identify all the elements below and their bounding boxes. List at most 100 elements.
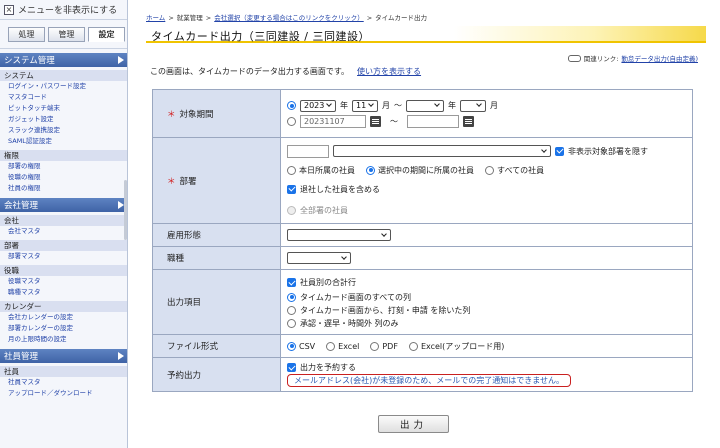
breadcrumb-home[interactable]: ホーム xyxy=(146,14,165,22)
help-link[interactable]: 使い方を表示する xyxy=(357,67,421,76)
employment-label: 雇用形態 xyxy=(152,223,281,247)
sidebar: × メニューを非表示にする 処理 管理 設定 システム管理 システム ログイン・… xyxy=(0,0,128,448)
sidebar-section-system-admin[interactable]: システム管理 xyxy=(0,53,127,67)
calendar-icon[interactable] xyxy=(463,116,474,127)
from-date-input[interactable]: 20231107 xyxy=(300,115,366,128)
all-columns-radio[interactable] xyxy=(287,292,296,302)
page-title-bar: タイムカード出力（三同建設 / 三同建設） xyxy=(146,26,706,43)
tab-settings[interactable]: 設定 xyxy=(88,27,125,42)
include-retired-checkbox[interactable] xyxy=(287,184,296,194)
section-title: 社員管理 xyxy=(4,352,39,362)
related-label: 関連リンク: xyxy=(583,55,619,63)
sidebar-item-pit-touch[interactable]: ピットタッチ端末 xyxy=(0,103,127,114)
output-items-label: 出力項目 xyxy=(152,269,281,335)
sidebar-item-gadget[interactable]: ガジェット設定 xyxy=(0,114,127,125)
format-pdf-radio[interactable] xyxy=(370,341,380,351)
exclude-stamp-label: タイムカード画面から、打刻・申請 を除いた列 xyxy=(300,305,471,315)
sidebar-item-role-master[interactable]: 役職マスタ xyxy=(0,276,127,287)
period-month-radio[interactable] xyxy=(287,101,296,110)
sidebar-item-job-master[interactable]: 職種マスタ xyxy=(0,287,127,298)
hide-dept-checkbox[interactable] xyxy=(555,146,564,156)
format-csv-radio[interactable] xyxy=(287,341,296,351)
employment-value xyxy=(280,223,693,247)
sidebar-item-dept-calendar[interactable]: 部署カレンダーの設定 xyxy=(0,323,127,334)
output-form: ＊対象期間 2023 年 11 月 〜 年 月 20231107 〜 ＊ 部署 … xyxy=(152,89,693,392)
to-date-input[interactable] xyxy=(407,115,459,128)
dept-select[interactable] xyxy=(333,145,551,157)
tab-process[interactable]: 処理 xyxy=(8,27,45,42)
sidebar-item-monthly-limit[interactable]: 月の上限時間の設定 xyxy=(0,334,127,345)
sidebar-item-employee-permission[interactable]: 社員の権限 xyxy=(0,183,127,194)
month-value: 11 xyxy=(356,101,367,110)
row-output-items: 出力項目 社員別の合計行 タイムカード画面のすべての列 タイムカード画面から、打… xyxy=(152,269,693,335)
period-date-radio[interactable] xyxy=(287,117,296,126)
tab-manage[interactable]: 管理 xyxy=(48,27,85,42)
reserve-label: 予約出力 xyxy=(152,357,281,392)
sidebar-group-permission: 権限 xyxy=(0,150,127,161)
chevron-down-icon xyxy=(341,253,347,260)
job-value xyxy=(280,246,693,270)
sidebar-item-role-permission[interactable]: 役職の権限 xyxy=(0,172,127,183)
row-employment: 雇用形態 xyxy=(152,223,693,247)
chevron-down-icon xyxy=(541,146,547,153)
section-title: 会社管理 xyxy=(4,201,39,211)
sidebar-group-system: システム xyxy=(0,70,127,81)
sidebar-item-saml[interactable]: SAML認証設定 xyxy=(0,136,127,147)
job-select[interactable] xyxy=(287,252,351,264)
main-content: ホーム > 就業管理 > 会社選択（変更する場合はこのリンクをクリック） > タイムカード出… xyxy=(140,0,714,448)
collapse-icon: × xyxy=(4,4,14,15)
sidebar-item-dept-master[interactable]: 部署マスタ xyxy=(0,251,127,262)
sidebar-item-upload-download[interactable]: アップロード／ダウンロード xyxy=(0,388,127,399)
exclude-stamp-radio[interactable] xyxy=(287,305,296,315)
dept-label-text: 部署 xyxy=(179,176,197,187)
to-month-select[interactable] xyxy=(460,99,486,112)
sidebar-item-employee-master[interactable]: 社員マスタ xyxy=(0,377,127,388)
sidebar-item-slack[interactable]: スラック連携設定 xyxy=(0,125,127,136)
sidebar-item-dept-permission[interactable]: 部署の権限 xyxy=(0,161,127,172)
calendar-icon[interactable] xyxy=(370,116,381,127)
sidebar-section-employee-admin[interactable]: 社員管理 xyxy=(0,349,127,363)
format-excel-radio[interactable] xyxy=(326,341,336,351)
approval-only-radio[interactable] xyxy=(287,318,296,328)
sidebar-item-company-master[interactable]: 会社マスタ xyxy=(0,226,127,237)
reserve-checkbox[interactable] xyxy=(287,363,296,372)
format-excel-upload-label: Excel(アップロード用) xyxy=(420,341,505,351)
reserve-checkbox-label: 出力を予約する xyxy=(300,363,356,372)
format-csv-label: CSV xyxy=(299,341,316,351)
intro-text: この画面は、タイムカードのデータ出力する画面です。 xyxy=(150,67,350,76)
breadcrumb-company-select[interactable]: 会社選択（変更する場合はこのリンクをクリック） xyxy=(214,14,364,22)
sidebar-item-login-password[interactable]: ログイン・パスワード設定 xyxy=(0,81,127,92)
to-year-select[interactable] xyxy=(406,99,444,112)
dept-period-radio[interactable] xyxy=(366,165,375,175)
sidebar-scrollbar[interactable] xyxy=(124,180,127,240)
dept-code-input[interactable] xyxy=(287,144,329,158)
hide-menu-toggle[interactable]: × メニューを非表示にする xyxy=(0,0,127,20)
output-button[interactable]: 出力 xyxy=(378,415,449,433)
month-select[interactable]: 11 xyxy=(352,99,378,112)
email-warning: メールアドレス(会社)が未登録のため、メールでの完了通知はできません。 xyxy=(287,374,571,387)
employee-total-checkbox[interactable] xyxy=(287,278,296,287)
chevron-down-icon xyxy=(326,101,332,107)
breadcrumb-attendance: 就業管理 xyxy=(176,14,203,22)
hide-dept-label: 非表示対象部署を隠す xyxy=(568,146,648,156)
dept-today-label: 本日所属の社員 xyxy=(299,165,355,175)
all-dept-radio xyxy=(287,205,296,215)
approval-only-label: 承認・遅早・時間外 列のみ xyxy=(300,318,399,328)
breadcrumb-sep: > xyxy=(366,14,373,22)
dept-all-radio[interactable] xyxy=(485,165,494,175)
sidebar-item-company-calendar[interactable]: 会社カレンダーの設定 xyxy=(0,312,127,323)
glasses-icon xyxy=(567,54,581,62)
year-select[interactable]: 2023 xyxy=(300,99,336,112)
dept-today-radio[interactable] xyxy=(287,165,296,175)
hide-menu-label: メニューを非表示にする xyxy=(18,6,118,16)
sidebar-section-company-admin[interactable]: 会社管理 xyxy=(0,198,127,212)
period-value: 2023 年 11 月 〜 年 月 20231107 〜 xyxy=(280,89,693,138)
format-excel-upload-radio[interactable] xyxy=(408,341,418,351)
related-link[interactable]: 勤怠データ出力(自由定義) xyxy=(621,53,698,63)
job-label: 職種 xyxy=(152,246,281,270)
expand-arrow-icon xyxy=(118,56,124,64)
employment-select[interactable] xyxy=(287,229,391,241)
sidebar-item-master-code[interactable]: マスタコード xyxy=(0,92,127,103)
required-mark: ＊ xyxy=(167,109,176,120)
row-dept: ＊部署 非表示対象部署を隠す 本日所属の社員 選択中の期間に所属の社員 すべての… xyxy=(152,137,693,224)
